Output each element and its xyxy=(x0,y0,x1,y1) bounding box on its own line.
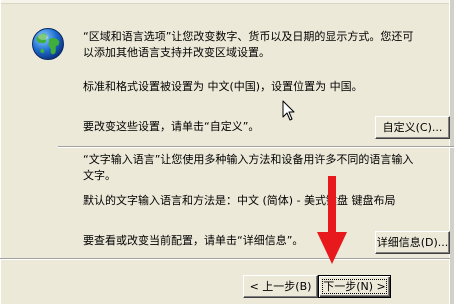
customize-prompt-text: 要改变这些设置，请单击“自定义”。 xyxy=(83,120,260,133)
details-prompt-text: 要查看或改变当前配置，请单击“详细信息”。 xyxy=(83,234,304,247)
customize-button[interactable]: 自定义(C)... xyxy=(375,116,450,139)
intro-text-line-1: “区域和语言选项”让您改变数字、货币以及日期的显示方式。您还可 xyxy=(83,30,414,43)
next-button[interactable]: 下一步(N) > xyxy=(318,275,391,298)
section-divider xyxy=(58,146,454,148)
intro-text-line-2: 以添加其他语言支持并改变区域设置。 xyxy=(83,46,270,59)
mouse-cursor-icon xyxy=(282,100,295,121)
wizard-button-divider xyxy=(0,258,450,260)
input-language-text-line-1: “文字输入语言”让您使用多种输入方法和设备用许多不同的语言输入 xyxy=(83,153,414,166)
next-button-focus-ring xyxy=(322,279,387,294)
red-arrow-icon xyxy=(317,176,347,264)
back-button[interactable]: < 上一步(B) xyxy=(243,275,318,298)
input-language-text-line-2: 文字。 xyxy=(83,169,116,182)
window-top-edge xyxy=(0,0,454,4)
details-button[interactable]: 详细信息(D)... xyxy=(375,231,450,254)
current-settings-text: 标准和格式设置被设置为 中文(中国)，设置位置为 中国。 xyxy=(83,80,363,93)
globe-icon xyxy=(32,28,64,60)
